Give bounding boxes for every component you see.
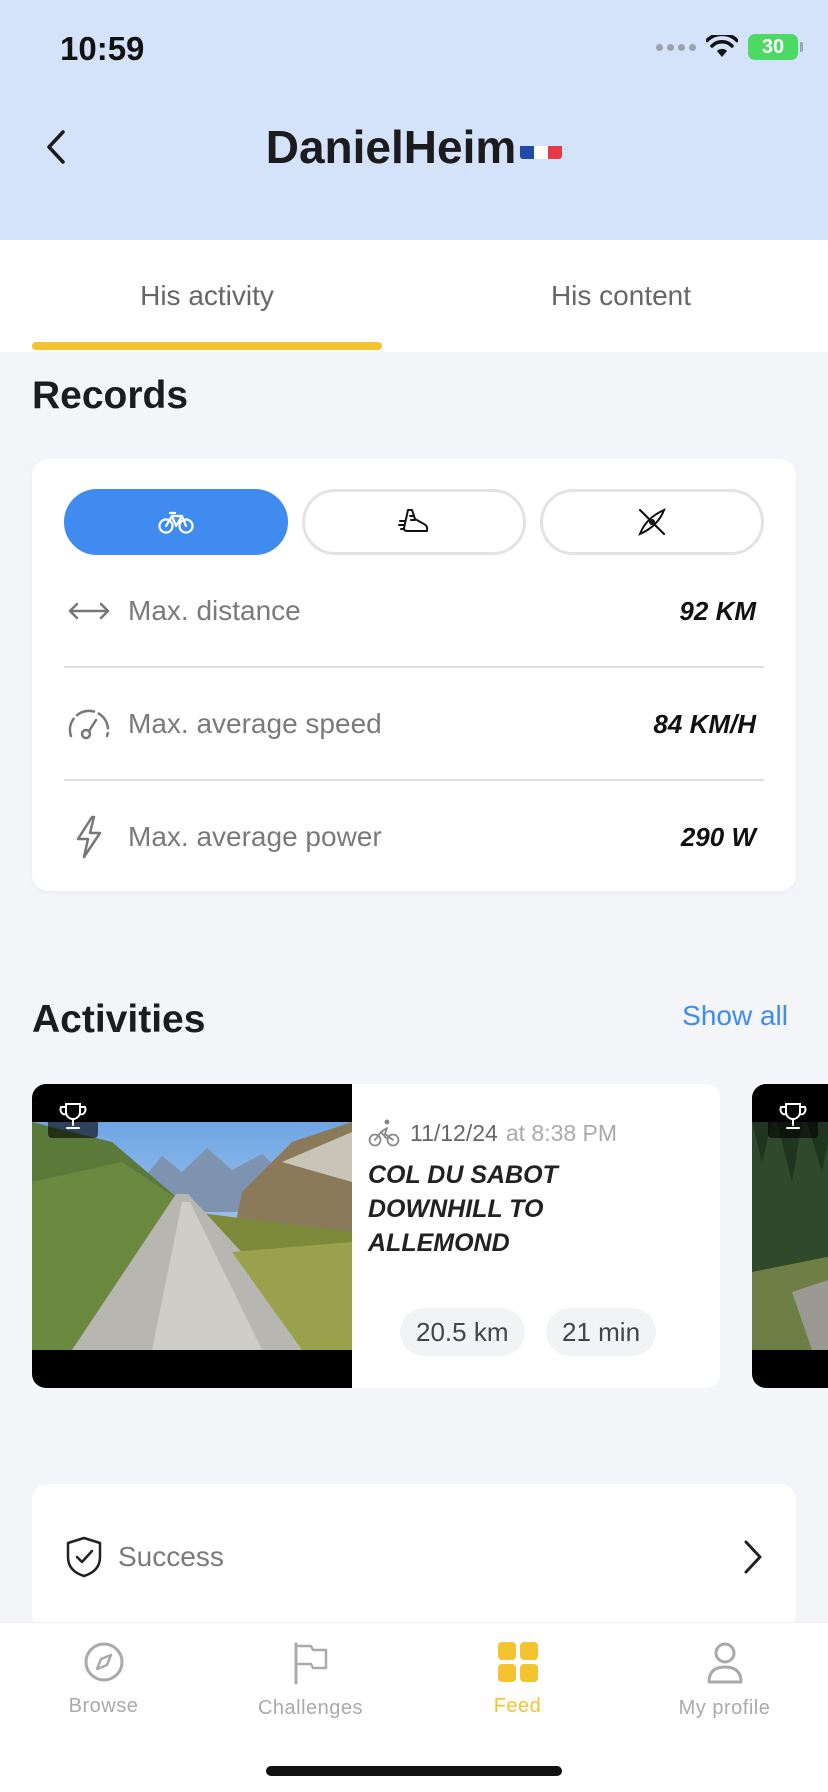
cellular-signal-icon	[656, 43, 696, 51]
activity-duration-badge: 21 min	[546, 1308, 657, 1356]
nav-challenges[interactable]: Challenges	[207, 1641, 414, 1720]
activity-time: at 8:38 PM	[505, 1119, 618, 1146]
profile-tabs: His activity His content	[0, 240, 828, 352]
record-max-average-speed: Max. average speed 84 KM/H	[64, 668, 764, 780]
status-icons: 30	[656, 34, 803, 60]
tab-his-content[interactable]: His content	[414, 240, 828, 352]
trophy-icon	[48, 1094, 98, 1138]
record-label: Max. distance	[128, 595, 301, 626]
kayak-icon	[638, 508, 666, 536]
home-indicator[interactable]	[266, 1766, 562, 1776]
record-max-average-power: Max. average power 290 W	[64, 781, 764, 893]
trophy-icon	[768, 1094, 818, 1138]
running-shoe-icon	[398, 509, 429, 532]
status-time: 10:59	[60, 30, 145, 67]
header: 10:59 30 DanielHeim	[0, 0, 828, 240]
speedometer-icon	[64, 699, 114, 749]
sport-filter-bike[interactable]	[64, 489, 288, 555]
nav-my-profile[interactable]: My profile	[621, 1641, 828, 1720]
activity-title: COL DU SABOT DOWNHILL TO ALLEMOND	[368, 1161, 558, 1257]
activity-card[interactable]: 11/12/24 at 8:38 PM COL DU SABOT DOWNHIL…	[32, 1084, 720, 1388]
shield-check-icon	[66, 1536, 102, 1578]
flag-icon	[294, 1642, 327, 1685]
record-value: 290 W	[680, 821, 756, 852]
sport-filter-running[interactable]	[302, 489, 526, 555]
record-label: Max. average speed	[128, 708, 382, 739]
compass-icon	[84, 1642, 123, 1682]
show-all-link[interactable]: Show all	[682, 1000, 788, 1032]
records-heading: Records	[32, 374, 189, 417]
activity-info: 11/12/24 at 8:38 PM COL DU SABOT DOWNHIL…	[368, 1084, 708, 1388]
chevron-right-icon	[744, 1540, 762, 1574]
nav-browse[interactable]: Browse	[0, 1641, 207, 1718]
success-row[interactable]: Success	[32, 1484, 796, 1630]
bike-icon	[158, 511, 194, 534]
french-flag-icon	[520, 131, 563, 159]
activity-distance-badge: 20.5 km	[400, 1308, 525, 1356]
battery-icon: 30	[748, 34, 803, 60]
mountain-road-image	[32, 1122, 352, 1350]
activity-date: 11/12/24	[410, 1119, 498, 1146]
activity-card-next[interactable]	[752, 1084, 828, 1388]
lightning-icon	[64, 812, 114, 862]
page-title: DanielHeim	[0, 120, 828, 174]
battery-level: 30	[761, 35, 785, 58]
record-value: 84 KM/H	[653, 708, 756, 739]
forest-road-image	[752, 1122, 828, 1350]
feed-grid-icon	[497, 1642, 538, 1682]
user-name: DanielHeim	[265, 121, 517, 173]
record-max-distance: Max. distance 92 KM	[64, 555, 764, 667]
record-label: Max. average power	[128, 821, 382, 852]
success-label: Success	[118, 1541, 224, 1572]
wifi-icon	[706, 35, 738, 57]
records-card: Max. distance 92 KM Max. average speed 8…	[32, 459, 796, 891]
nav-label: Browse	[68, 1695, 139, 1717]
nav-label: My profile	[678, 1697, 771, 1719]
distance-arrows-icon	[64, 586, 114, 636]
cyclist-icon	[368, 1119, 400, 1147]
nav-label: Feed	[493, 1695, 542, 1717]
nav-feed[interactable]: Feed	[414, 1641, 621, 1718]
tab-his-activity[interactable]: His activity	[0, 240, 414, 352]
activities-heading: Activities	[32, 998, 206, 1041]
sport-filter-kayak[interactable]	[540, 489, 764, 555]
activity-date-row: 11/12/24 at 8:38 PM	[368, 1118, 617, 1148]
activity-thumbnail	[32, 1084, 352, 1388]
nav-label: Challenges	[257, 1697, 364, 1719]
tab-active-indicator	[32, 342, 382, 350]
person-icon	[707, 1642, 742, 1684]
record-value: 92 KM	[679, 595, 756, 626]
